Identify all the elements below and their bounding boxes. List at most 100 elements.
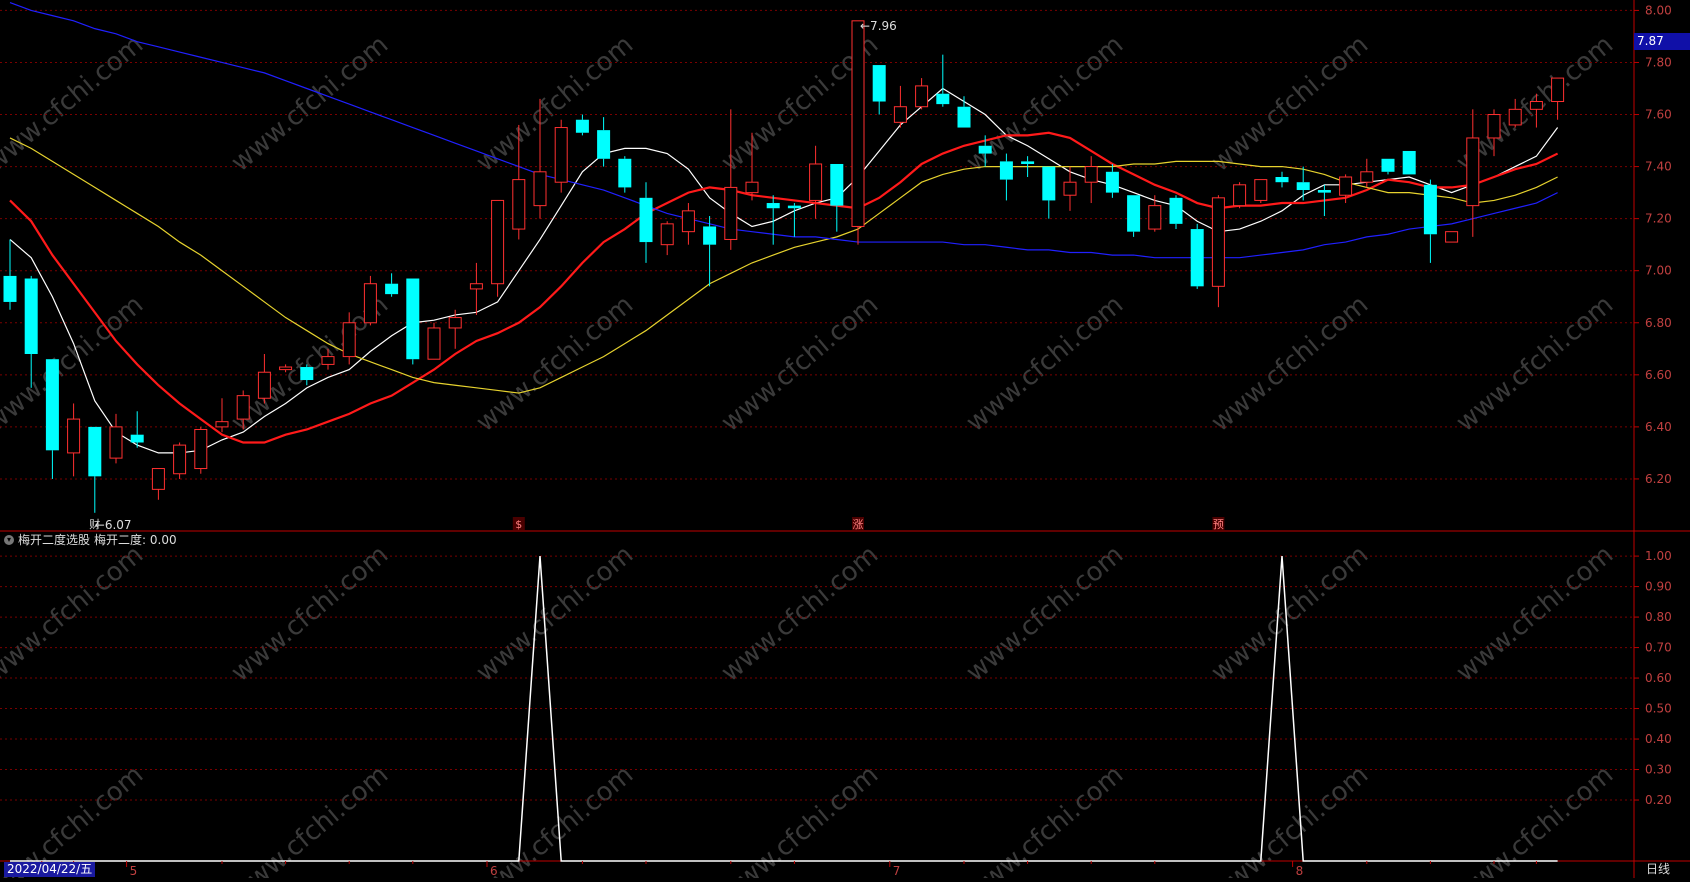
candle xyxy=(1381,158,1395,175)
candle-body xyxy=(1529,101,1543,110)
watermark-text: www.cfchi.com xyxy=(1206,30,1375,178)
candle-body xyxy=(279,366,293,371)
indicator-toggle-icon[interactable]: ▾ xyxy=(4,534,14,545)
chart-canvas[interactable]: www.cfchi.com www.cfchi.com www.cfchi.com w… xyxy=(0,0,1690,882)
candle-body xyxy=(936,93,950,105)
candle-body xyxy=(639,197,653,243)
candle-body xyxy=(1233,184,1247,207)
y-tick-label: 7.20 xyxy=(1645,212,1672,226)
candle xyxy=(893,85,907,128)
candle xyxy=(830,163,844,232)
candle-body xyxy=(618,158,632,188)
candle xyxy=(1551,77,1565,120)
x-tick-label: 8 xyxy=(1296,864,1304,878)
candle xyxy=(1148,195,1162,232)
candle xyxy=(766,195,780,245)
candle-body xyxy=(448,317,462,329)
candle xyxy=(491,199,505,297)
x-tick-label: 7 xyxy=(893,864,901,878)
watermark-text: www.cfchi.com xyxy=(1451,540,1620,688)
candle-body xyxy=(830,163,844,206)
watermark-text: www.cfchi.com xyxy=(226,30,395,178)
watermark-text: www.cfchi.com xyxy=(1451,290,1620,438)
indicator-title: 梅开二度选股 xyxy=(18,533,91,547)
current-price-badge: 7.87 xyxy=(1634,33,1690,50)
candle-body xyxy=(257,371,271,399)
y-tick-label: 7.80 xyxy=(1645,55,1672,69)
watermark-text: www.cfchi.com xyxy=(1206,290,1375,438)
candle xyxy=(575,114,589,136)
candle-body xyxy=(512,179,526,230)
candle xyxy=(1042,166,1056,219)
candle xyxy=(109,413,123,464)
y-tick-label: 6.80 xyxy=(1645,316,1672,330)
watermark-text: www.cfchi.com xyxy=(226,540,395,688)
candle xyxy=(67,403,81,477)
signal-marker: 预 xyxy=(1213,518,1224,531)
period-label[interactable]: 日线 xyxy=(1646,862,1670,877)
candle xyxy=(660,221,674,256)
candle-body xyxy=(406,278,420,360)
candle-body xyxy=(724,186,738,240)
low-price-label: ←6.07 xyxy=(95,518,132,532)
candle xyxy=(851,20,865,245)
y-tick-label: 0.50 xyxy=(1645,702,1672,716)
candle xyxy=(597,117,611,167)
candle-body xyxy=(173,444,187,475)
y-tick-label: 7.60 xyxy=(1645,108,1672,122)
watermark-text: www.cfchi.com xyxy=(716,540,885,688)
candle xyxy=(1233,182,1247,209)
candle-body xyxy=(363,283,377,324)
signal-marker: $ xyxy=(515,518,522,531)
candle-body xyxy=(3,275,17,302)
kline-chart-window[interactable]: www.cfchi.com www.cfchi.com www.cfchi.com w… xyxy=(0,0,1690,882)
candle-body xyxy=(893,106,907,123)
candle xyxy=(1402,150,1416,175)
signal-marker: 财 xyxy=(89,517,100,531)
candle xyxy=(88,426,102,513)
candle-body xyxy=(469,283,483,290)
watermark-text: www.cfchi.com xyxy=(471,540,640,688)
candle-body xyxy=(1423,184,1437,235)
candle-body xyxy=(215,421,229,428)
candle-body xyxy=(342,322,356,358)
candle-body xyxy=(151,468,165,490)
y-tick-label: 0.90 xyxy=(1645,580,1672,594)
indicator-title-bar[interactable]: ▾ 梅开二度选股 梅开二度: 0.00 xyxy=(4,531,177,548)
candle xyxy=(936,54,950,107)
candle-body xyxy=(597,130,611,159)
candle xyxy=(1445,231,1459,243)
candle xyxy=(151,468,165,500)
candle-body xyxy=(427,327,441,360)
candle-body xyxy=(1487,114,1501,139)
candle-body xyxy=(809,163,823,201)
cursor-date-label: 2022/04/22/五 xyxy=(4,862,96,877)
candle-body xyxy=(1508,108,1522,126)
candle-body xyxy=(745,181,759,194)
candle xyxy=(1190,223,1204,289)
candle-body xyxy=(1402,150,1416,175)
candle-body xyxy=(533,171,547,207)
candle-body xyxy=(957,106,971,128)
candle-body xyxy=(1360,171,1374,183)
y-tick-label: 0.80 xyxy=(1645,610,1672,624)
y-tick-label: 0.20 xyxy=(1645,793,1672,807)
candle xyxy=(1296,166,1310,201)
y-tick-label: 0.60 xyxy=(1645,671,1672,685)
candle-body xyxy=(109,426,123,459)
candle xyxy=(385,273,399,297)
candle xyxy=(257,354,271,404)
candle xyxy=(363,275,377,326)
candle-body xyxy=(1063,181,1077,196)
candle-body xyxy=(1021,161,1035,164)
candle xyxy=(1275,171,1289,188)
candle-body xyxy=(681,210,695,233)
candle xyxy=(3,239,17,310)
candle xyxy=(957,96,971,128)
candle-body xyxy=(1466,137,1480,207)
candle xyxy=(618,156,632,193)
indicator-value: 梅开二度: 0.00 xyxy=(94,533,177,547)
candle-body xyxy=(45,359,59,451)
signal-markers: 财 $ 涨 预 xyxy=(89,517,1225,531)
candle xyxy=(194,426,208,474)
